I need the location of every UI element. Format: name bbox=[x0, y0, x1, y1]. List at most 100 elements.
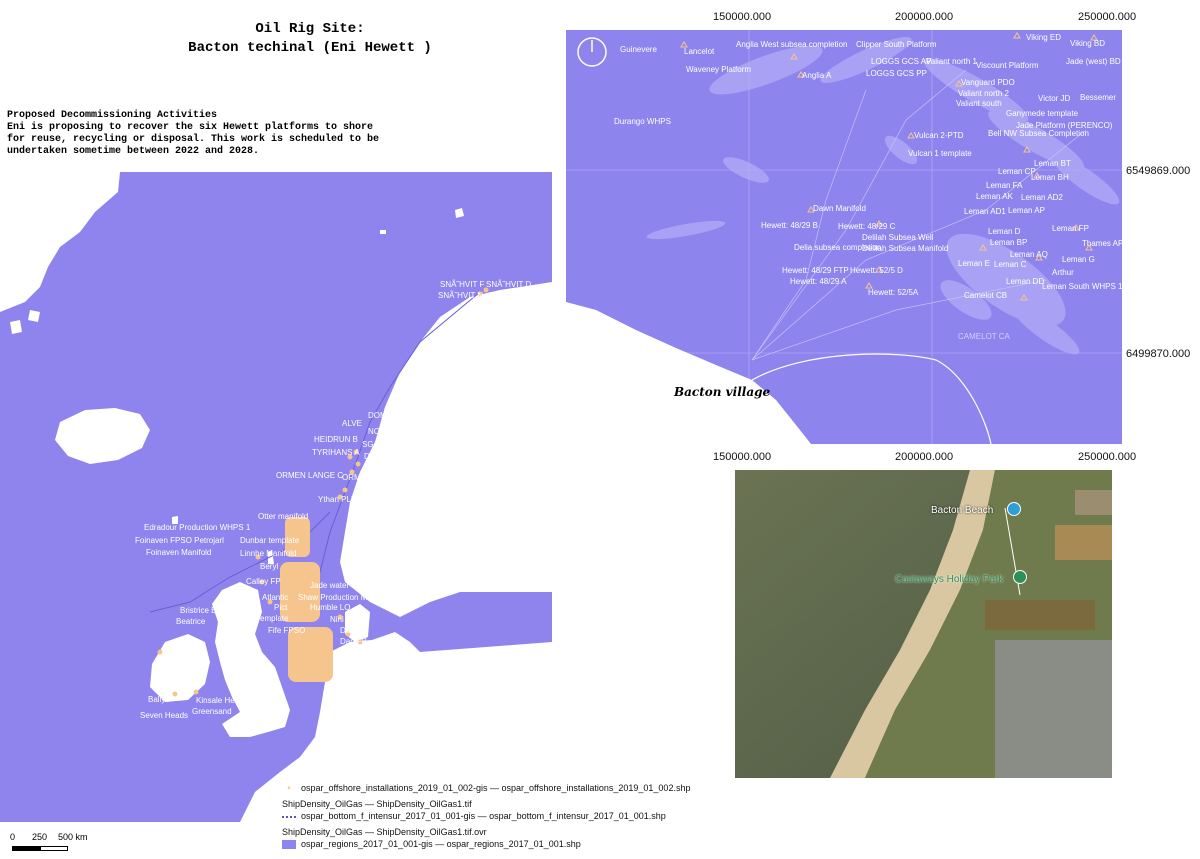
inset-y-tick-2: 6499870.000 bbox=[1126, 348, 1191, 360]
label-hewett-d: Hewett: 52/5 D bbox=[850, 266, 903, 275]
ospar-regions-map[interactable]: SNÃ˜HVIT F SNÃ˜HVIT D SNÃ˜HVIT N SNÃ˜HVI… bbox=[0, 172, 552, 822]
label-arthur: Arthur bbox=[1052, 268, 1074, 277]
label-norne: NORNE G bbox=[368, 427, 405, 436]
campsite-pin-icon bbox=[1013, 570, 1027, 584]
bacton-inset-map[interactable]: Guinevere Lancelot Anglia West subsea co… bbox=[566, 30, 1122, 444]
label-loggs-gcs-ap: LOGGS GCS AP bbox=[871, 57, 931, 66]
inset-x-tick-2: 200000.000 bbox=[895, 11, 954, 23]
label-leman-c: Leman C bbox=[994, 260, 1027, 269]
label-leman-ad2: Leman AD2 bbox=[1021, 193, 1063, 202]
label-sgard: SGARD bbox=[362, 440, 391, 449]
description-text: Eni is proposing to recover the six Hewe… bbox=[7, 122, 380, 157]
label-leman-fa: Leman FA bbox=[986, 181, 1023, 190]
label-clipper-south: Clipper South Platform bbox=[856, 40, 937, 49]
label-bessemer: Bessemer bbox=[1080, 93, 1116, 102]
label-foinaven-manifold: Foinaven Manifold bbox=[146, 548, 211, 557]
label-delilah-manifold: Delilah Subsea Manifold bbox=[862, 244, 948, 253]
label-hewett-48-29c: Hewett: 48/29 C bbox=[838, 222, 896, 231]
legend-label: ShipDensity_OilGas — ShipDensity_OilGas1… bbox=[282, 799, 472, 809]
scale-bar: 0 250 500 km bbox=[10, 832, 130, 854]
legend-label: ospar_regions_2017_01_001-gis — ospar_re… bbox=[301, 839, 581, 849]
label-nini: Nini B bbox=[330, 615, 351, 624]
label-leman-bp: Leman BP bbox=[990, 238, 1027, 247]
label-camelot-ca: CAMELOT CA bbox=[958, 332, 1011, 341]
label-valiant-north-1: Valiant north 1 bbox=[926, 57, 978, 66]
inset-y-tick-1: 6549869.000 bbox=[1126, 165, 1191, 177]
label-ormen: ORMEN bbox=[342, 473, 372, 482]
legend-item-bottom: ospar_bottom_f_intensur_2017_01_001-gis … bbox=[282, 810, 690, 822]
label-dunbar: Dunbar template bbox=[240, 536, 300, 545]
label-leman-south: Leman South WHPS 1 bbox=[1042, 282, 1122, 291]
label-hewett-52-5a: Hewett: 52/5A bbox=[868, 288, 919, 297]
legend-label: ospar_offshore_installations_2019_01_002… bbox=[301, 783, 691, 793]
aerial-photo-image bbox=[735, 470, 1112, 778]
map-legend: • ospar_offshore_installations_2019_01_0… bbox=[282, 782, 690, 850]
label-dawn: Dawn Manifold bbox=[813, 204, 866, 213]
label-guinevere: Guinevere bbox=[620, 45, 657, 54]
label-jade-west: Jade (west) BD bbox=[1066, 57, 1121, 66]
label-valiant-south: Valiant south bbox=[956, 99, 1002, 108]
label-leman-fp: Leman FP bbox=[1052, 224, 1089, 233]
label-tyrihans: TYRIHANS A bbox=[312, 448, 360, 457]
label-anglia-west: Anglia West subsea completion bbox=[736, 40, 847, 49]
legend-item-density: ShipDensity_OilGas — ShipDensity_OilGas1… bbox=[282, 798, 690, 810]
label-draugen: DRAUGEN bbox=[364, 452, 404, 461]
label-alve: ALVE bbox=[342, 419, 362, 428]
installation-dot-icon: • bbox=[287, 783, 291, 793]
label-jade: Jade water bbox=[310, 581, 349, 590]
label-pict: Pict bbox=[274, 603, 288, 612]
label-atlantic: Atlantic bbox=[262, 593, 288, 602]
label-bell-nw: Bell NW Subsea Completion bbox=[988, 129, 1089, 138]
label-viking-bd: Viking BD bbox=[1070, 39, 1105, 48]
label-foinaven-fpso: Foinaven FPSO Petrojarl bbox=[135, 536, 224, 545]
inset-x-tick-3: 250000.000 bbox=[1078, 11, 1137, 23]
label-valiant-north-2: Valiant north 2 bbox=[958, 89, 1010, 98]
inset-x-tick-bottom-3: 250000.000 bbox=[1078, 451, 1137, 463]
label-lancelot: Lancelot bbox=[684, 47, 715, 56]
bottom-line-icon bbox=[282, 815, 296, 818]
label-hewett-48-29b: Hewett: 48/29 B bbox=[761, 221, 818, 230]
label-waveney: Waveney Platform bbox=[686, 65, 751, 74]
label-viscount: Viscount Platform bbox=[976, 61, 1039, 70]
label-victor-jd: Victor JD bbox=[1038, 94, 1071, 103]
description-block: Proposed Decommissioning Activities Eni … bbox=[7, 110, 387, 158]
beach-pin-icon bbox=[1007, 502, 1021, 516]
label-durango: Durango WHPS bbox=[614, 117, 671, 126]
legend-label: ospar_bottom_f_intensur_2017_01_001-gis … bbox=[301, 811, 666, 821]
label-ormen-lange: ORMEN LANGE C bbox=[276, 471, 343, 480]
label-snohvit-n: SNÃ˜HVIT N bbox=[438, 291, 483, 300]
label-corrib: Corrib bbox=[162, 646, 184, 655]
label-hewett-a: Hewett: 48/29 A bbox=[790, 277, 847, 286]
label-delilah-well: Delilah Subsea Well bbox=[862, 233, 934, 242]
label-vulcan-1: Vulcan 1 template bbox=[908, 149, 972, 158]
title-line-2: Bacton techinal (Eni Hewett ) bbox=[188, 40, 432, 56]
regions-swatch-icon bbox=[282, 839, 296, 849]
label-viking-ed: Viking ED bbox=[1026, 33, 1061, 42]
label-loggs-gcs-pp: LOGGS GCS PP bbox=[866, 69, 927, 78]
label-seven-heads: Seven Heads bbox=[140, 711, 188, 720]
label-leman-bh: Leman BH bbox=[1031, 173, 1069, 182]
inset-x-tick-1: 150000.000 bbox=[713, 11, 772, 23]
aerial-photo: Bacton Beach Castaways Holiday Park bbox=[735, 470, 1112, 778]
label-callley: Calley FP bbox=[246, 577, 281, 586]
scale-tick-250: 250 bbox=[32, 832, 48, 842]
label-snohvit-cdu: SNÃ˜HVIT CDU-1 bbox=[488, 291, 552, 300]
label-vanguard: Vanguard PDO bbox=[961, 78, 1015, 87]
label-dan-c: Dan C bbox=[340, 626, 363, 635]
label-vulcan-2: Vulcan 2-PTD bbox=[914, 131, 964, 140]
label-otter: Otter manifold bbox=[258, 512, 308, 521]
label-dompap: DOMPAP bbox=[368, 411, 402, 420]
inset-x-tick-bottom-1: 150000.000 bbox=[713, 451, 772, 463]
label-humble: Humble LQ bbox=[310, 603, 350, 612]
label-hewett-ftp: Hewett: 48/29 FTP bbox=[782, 266, 849, 275]
label-bristrice: Bristrice E bbox=[180, 606, 216, 615]
label-camelot-cb: Camelot CB bbox=[964, 291, 1007, 300]
label-leman-g: Leman G bbox=[1062, 255, 1095, 264]
label-snohvit-d: SNÃ˜HVIT D bbox=[486, 280, 531, 289]
label-template: Template bbox=[256, 614, 289, 623]
label-linnhe: Linnhe Manifold bbox=[240, 549, 296, 558]
label-beryl: Beryl bbox=[260, 562, 278, 571]
title-line-1: Oil Rig Site: bbox=[255, 21, 365, 37]
label-shaw: Shaw Production Manifold bbox=[298, 593, 391, 602]
label-leman-e: Leman E bbox=[958, 259, 990, 268]
